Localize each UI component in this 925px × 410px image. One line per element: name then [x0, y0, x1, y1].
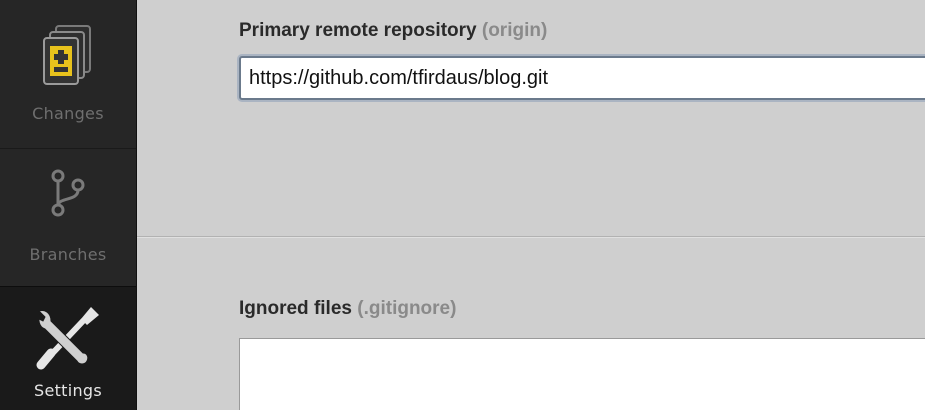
branch-icon — [48, 169, 88, 217]
settings-panel: Primary remote repository (origin) Ignor… — [137, 0, 925, 410]
remote-repository-label: Primary remote repository (origin) — [239, 20, 547, 42]
ignored-files-label: Ignored files (.gitignore) — [239, 298, 456, 320]
remote-label-text: Primary remote repository — [239, 20, 477, 41]
sidebar-item-label: Branches — [29, 245, 107, 264]
sidebar: Changes Branches Settings — [0, 0, 137, 410]
app-window: Changes Branches Settings Primary remote… — [0, 0, 925, 410]
sidebar-item-settings[interactable]: Settings — [0, 286, 136, 410]
sidebar-item-label: Settings — [33, 381, 103, 400]
remote-url-input[interactable] — [239, 56, 925, 100]
gitignore-textarea[interactable] — [239, 338, 925, 410]
sidebar-item-branches[interactable]: Branches — [0, 148, 136, 287]
sidebar-item-changes[interactable]: Changes — [0, 0, 136, 148]
section-divider — [137, 236, 925, 237]
tools-icon — [33, 303, 103, 371]
changes-icon — [36, 24, 100, 88]
sidebar-item-label: Changes — [32, 104, 104, 123]
ignore-label-hint: (.gitignore) — [357, 298, 457, 319]
ignore-label-text: Ignored files — [239, 298, 352, 319]
remote-label-hint: (origin) — [481, 20, 548, 41]
